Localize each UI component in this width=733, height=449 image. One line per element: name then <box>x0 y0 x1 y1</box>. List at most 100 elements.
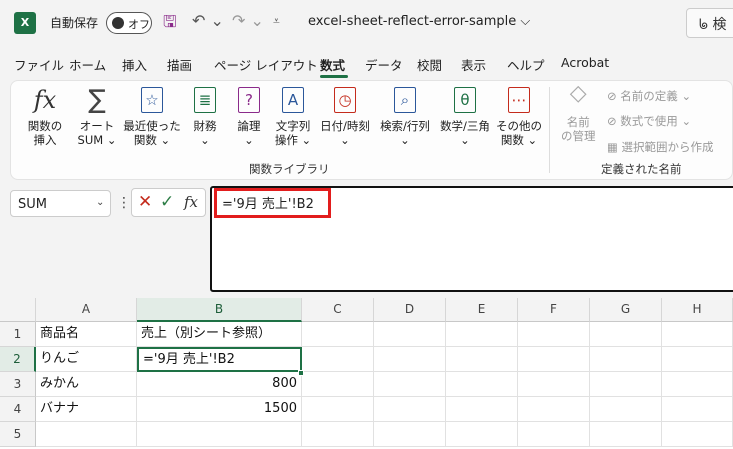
cell-g3[interactable] <box>590 372 662 397</box>
search-box[interactable]: ᖚ 検 <box>686 8 733 38</box>
row-header-1[interactable]: 1 <box>0 322 36 347</box>
cell-f3[interactable] <box>518 372 590 397</box>
undo-icon[interactable]: ↶ ⌄ <box>192 11 224 30</box>
row-header-2[interactable]: 2 <box>0 347 36 372</box>
column-header-g[interactable]: G <box>590 298 662 322</box>
cell-e5[interactable] <box>446 422 518 447</box>
cell-c2[interactable] <box>302 347 374 372</box>
cell-e4[interactable] <box>446 397 518 422</box>
cell-f2[interactable] <box>518 347 590 372</box>
cell-c3[interactable] <box>302 372 374 397</box>
name-box[interactable]: SUM ⌄ <box>10 190 111 217</box>
insert-function-button[interactable]: fx 関数の 挿入 <box>25 85 65 147</box>
create-from-selection-button[interactable]: ▦ 選択範囲から作成 <box>607 139 714 155</box>
fx-icon: fx <box>33 86 57 114</box>
cell-b1[interactable]: 売上（別シート参照） <box>137 322 302 347</box>
cell-g4[interactable] <box>590 397 662 422</box>
tab-draw[interactable]: 描画 <box>167 55 192 74</box>
tab-view[interactable]: 表示 <box>461 55 486 74</box>
autosave-toggle[interactable]: オフ <box>106 12 152 34</box>
text-book-icon: A <box>282 87 304 113</box>
column-header-f[interactable]: F <box>518 298 590 322</box>
cell-a5[interactable] <box>36 422 137 447</box>
button-label: 選択範囲から作成 <box>621 140 714 154</box>
text-functions-button[interactable]: A 文字列 操作 ⌄ <box>273 85 313 147</box>
tab-data[interactable]: データ <box>365 55 403 74</box>
tab-insert[interactable]: 挿入 <box>122 55 147 74</box>
lookup-button[interactable]: ⌕ 検索/行列 ⌄ <box>377 85 433 147</box>
tab-help[interactable]: ヘルプ <box>507 55 545 74</box>
cell-d4[interactable] <box>374 397 446 422</box>
enter-check-icon[interactable]: ✓ <box>160 192 174 212</box>
cell-e3[interactable] <box>446 372 518 397</box>
use-in-formula-button[interactable]: ⊘ 数式で使用 ⌄ <box>607 113 691 129</box>
document-title[interactable]: excel-sheet-reflect-error-sample ⌵ <box>308 14 530 29</box>
tab-page-layout[interactable]: ページ レイアウト <box>214 55 318 74</box>
cell-e1[interactable] <box>446 322 518 347</box>
cell-b5[interactable] <box>137 422 302 447</box>
button-label: の管理 <box>561 129 596 143</box>
cell-d5[interactable] <box>374 422 446 447</box>
cell-d1[interactable] <box>374 322 446 347</box>
autosum-button[interactable]: ∑ オート SUM ⌄ <box>75 85 119 147</box>
cell-h4[interactable] <box>662 397 733 422</box>
cell-f4[interactable] <box>518 397 590 422</box>
cell-h2[interactable] <box>662 347 733 372</box>
financial-button[interactable]: ≣ 財務 ⌄ <box>187 85 223 147</box>
cell-d3[interactable] <box>374 372 446 397</box>
chevron-down-icon: ⌵ <box>520 14 531 29</box>
column-header-h[interactable]: H <box>662 298 733 322</box>
tab-file[interactable]: ファイル <box>14 55 64 74</box>
row-header-3[interactable]: 3 <box>0 372 36 397</box>
column-header-c[interactable]: C <box>302 298 374 322</box>
datetime-button[interactable]: ◷ 日付/時刻 ⌄ <box>317 85 373 147</box>
cell-h5[interactable] <box>662 422 733 447</box>
cell-d2[interactable] <box>374 347 446 372</box>
column-header-d[interactable]: D <box>374 298 446 322</box>
grid-icon: ▦ <box>607 140 622 154</box>
vertical-dots-icon[interactable]: ⋮ <box>117 195 131 211</box>
define-name-button[interactable]: ⊘ 名前の定義 ⌄ <box>607 88 691 104</box>
row-header-5[interactable]: 5 <box>0 422 36 447</box>
cancel-icon[interactable]: ✕ <box>138 192 152 212</box>
fill-handle[interactable] <box>298 370 304 376</box>
cell-c4[interactable] <box>302 397 374 422</box>
cell-h1[interactable] <box>662 322 733 347</box>
tab-acrobat[interactable]: Acrobat <box>561 55 609 70</box>
cell-a2[interactable]: りんご <box>36 347 137 372</box>
cell-h3[interactable] <box>662 372 733 397</box>
cell-a3[interactable]: みかん <box>36 372 137 397</box>
logical-button[interactable]: ? 論理 ⌄ <box>231 85 267 147</box>
tab-formulas[interactable]: 数式 <box>320 55 345 74</box>
cell-g1[interactable] <box>590 322 662 347</box>
cell-f5[interactable] <box>518 422 590 447</box>
cell-b4[interactable]: 1500 <box>137 397 302 422</box>
cell-c1[interactable] <box>302 322 374 347</box>
cell-e2[interactable] <box>446 347 518 372</box>
cell-f1[interactable] <box>518 322 590 347</box>
column-header-a[interactable]: A <box>36 298 137 322</box>
cell-a4[interactable]: バナナ <box>36 397 137 422</box>
cell-c5[interactable] <box>302 422 374 447</box>
math-trig-button[interactable]: θ 数学/三角 ⌄ <box>437 85 493 147</box>
name-manager-button[interactable]: ◇ 名前 の管理 <box>561 83 596 144</box>
cell-b3[interactable]: 800 <box>137 372 302 397</box>
save-icon[interactable]: 🖫 <box>163 11 177 38</box>
cell-b2[interactable]: ='9月 売上'!B2 <box>137 347 302 372</box>
tab-home[interactable]: ホーム <box>69 55 106 74</box>
cell-a1[interactable]: 商品名 <box>36 322 137 347</box>
chevron-down-icon[interactable]: ⌄ <box>96 197 104 208</box>
column-header-b[interactable]: B <box>137 298 302 322</box>
recent-functions-button[interactable]: ☆ 最近使った 関数 ⌄ <box>123 85 181 147</box>
cell-g5[interactable] <box>590 422 662 447</box>
column-header-e[interactable]: E <box>446 298 518 322</box>
tab-review[interactable]: 校閲 <box>417 55 442 74</box>
customize-qat-icon[interactable]: ⩡ <box>273 14 280 29</box>
select-all-corner[interactable] <box>0 298 36 322</box>
row-header-4[interactable]: 4 <box>0 397 36 422</box>
more-functions-button[interactable]: ⋯ その他の 関数 ⌄ <box>495 85 543 147</box>
cell-g2[interactable] <box>590 347 662 372</box>
ribbon-tabs: ファイル ホーム 挿入 描画 ページ レイアウト 数式 データ 校閲 表示 ヘル… <box>0 52 733 78</box>
insert-function-icon[interactable]: fx <box>184 193 198 211</box>
redo-icon[interactable]: ↷ ⌄ <box>232 11 264 30</box>
